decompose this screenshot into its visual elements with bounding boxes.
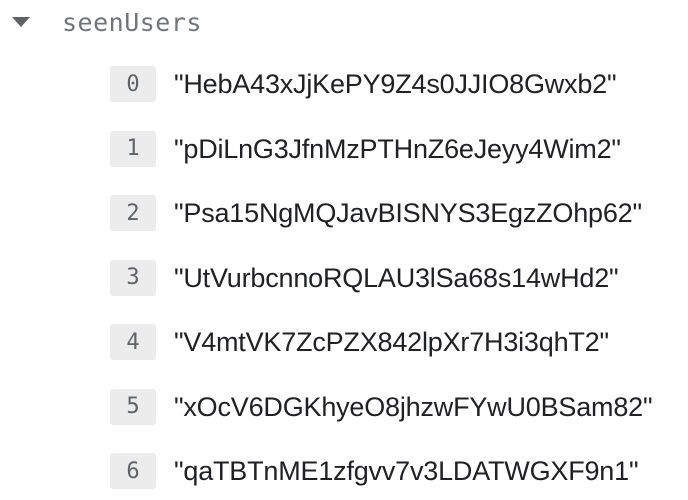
- list-item[interactable]: 2 "Psa15NgMQJavBISNYS3EgzZOhp62": [110, 195, 688, 260]
- index-badge: 0: [110, 66, 156, 102]
- list-item[interactable]: 1 "pDiLnG3JfnMzPTHnZ6eJeyy4Wim2": [110, 130, 688, 196]
- index-badge: 4: [110, 324, 156, 360]
- array-items: 0 "HebA43xJjKePY9Z4s0JJIO8Gwxb2" 1 "pDiL…: [110, 66, 688, 500]
- item-value[interactable]: "xOcV6DGKhyeO8jhzwFYwU0BSam82": [174, 389, 653, 425]
- index-badge: 1: [110, 130, 156, 167]
- field-name: seenUsers: [62, 7, 202, 37]
- item-value[interactable]: "HebA43xJjKePY9Z4s0JJIO8Gwxb2": [174, 66, 617, 102]
- item-value[interactable]: "qaTBTnME1zfgvv7v3LDATWGXF9n1": [174, 453, 639, 489]
- field-header-toggle[interactable]: seenUsers: [8, 2, 202, 42]
- index-badge: 6: [110, 453, 156, 489]
- array-field-viewer: seenUsers 0 "HebA43xJjKePY9Z4s0JJIO8Gwxb…: [0, 0, 688, 500]
- list-item[interactable]: 4 "V4mtVK7ZcPZX842lpXr7H3i3qhT2": [110, 324, 688, 389]
- item-value[interactable]: "UtVurbcnnoRQLAU3lSa68s14wHd2": [174, 260, 619, 296]
- list-item[interactable]: 5 "xOcV6DGKhyeO8jhzwFYwU0BSam82": [110, 388, 688, 454]
- index-badge: 5: [110, 388, 156, 425]
- list-item[interactable]: 6 "qaTBTnME1zfgvv7v3LDATWGXF9n1": [110, 453, 688, 500]
- item-value[interactable]: "V4mtVK7ZcPZX842lpXr7H3i3qhT2": [174, 324, 609, 360]
- list-item[interactable]: 0 "HebA43xJjKePY9Z4s0JJIO8Gwxb2": [110, 66, 688, 131]
- index-badge: 3: [110, 259, 156, 296]
- list-item[interactable]: 3 "UtVurbcnnoRQLAU3lSa68s14wHd2": [110, 259, 688, 325]
- chevron-down-icon[interactable]: [12, 17, 30, 27]
- item-value[interactable]: "Psa15NgMQJavBISNYS3EgzZOhp62": [174, 195, 642, 231]
- index-badge: 2: [110, 195, 156, 231]
- item-value[interactable]: "pDiLnG3JfnMzPTHnZ6eJeyy4Wim2": [174, 131, 621, 167]
